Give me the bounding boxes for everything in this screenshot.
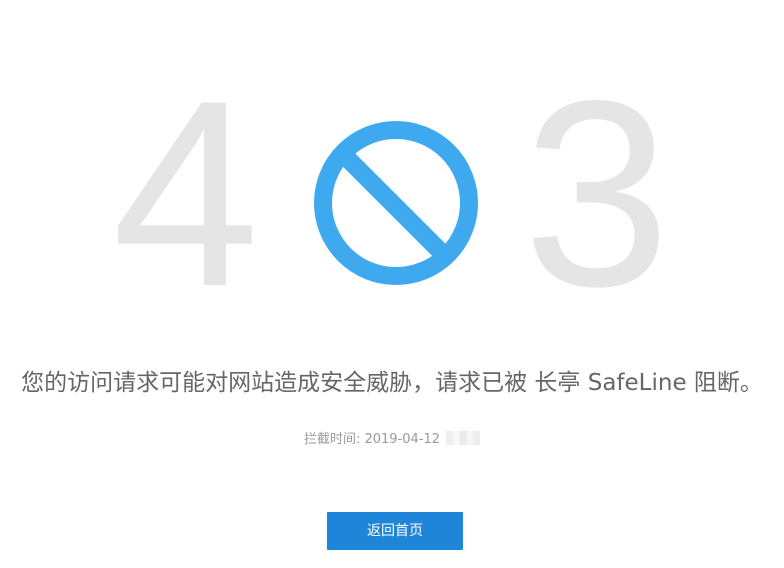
error-code-digit-3: 3 bbox=[523, 46, 671, 342]
back-home-button[interactable]: 返回首页 bbox=[327, 512, 463, 550]
block-time-label: 拦截时间: 2019-04-12 bbox=[303, 432, 441, 447]
redacted-time bbox=[446, 431, 481, 445]
error-code-digit-4: 4 bbox=[112, 46, 260, 342]
block-icon bbox=[314, 121, 478, 285]
block-message: 您的访问请求可能对网站造成安全威胁，请求已被 长亭 SafeLine 阻断。 bbox=[21, 370, 763, 396]
block-time: 拦截时间: 2019-04-12 bbox=[0, 428, 784, 447]
